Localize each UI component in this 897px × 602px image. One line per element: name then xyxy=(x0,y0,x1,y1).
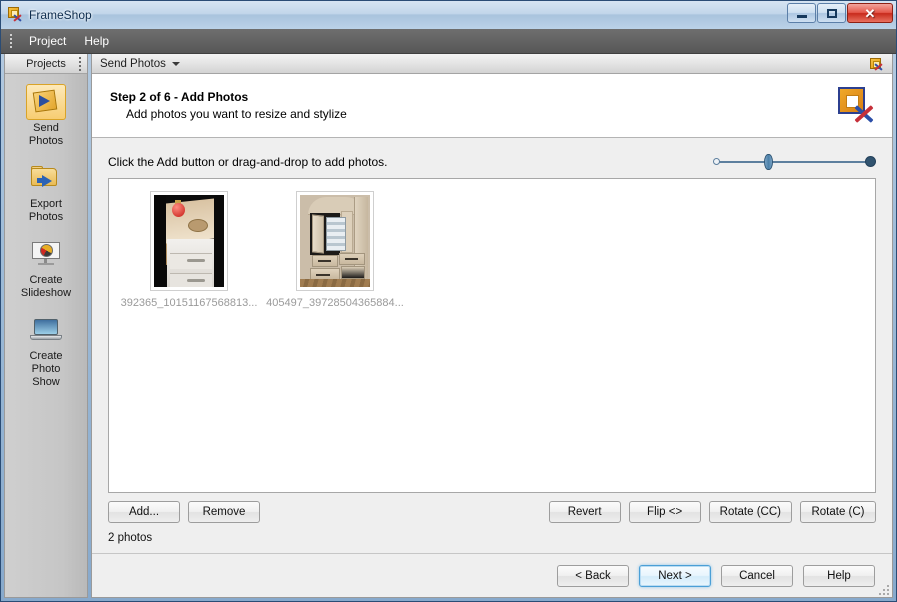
next-button[interactable]: Next > xyxy=(639,564,711,587)
body-row: Projects Send Photos Export Photos Creat… xyxy=(1,54,896,601)
sidebar-item-create-photo-show[interactable]: Create Photo Show xyxy=(5,312,87,389)
thumbnail-strip: 392365_10151167568813... 405497_39728504… xyxy=(119,191,865,309)
minimize-button[interactable] xyxy=(787,3,816,23)
sidebar-label-send-photos-line1: Send xyxy=(33,122,59,134)
hint-row: Click the Add button or drag-and-drop to… xyxy=(108,152,876,172)
step-header: Step 2 of 6 - Add Photos Add photos you … xyxy=(92,74,892,138)
sidebar-item-send-photos[interactable]: Send Photos xyxy=(5,84,87,148)
photo-count: 2 photos xyxy=(108,532,153,544)
action-button-row: Add... Remove Revert Flip <> Rotate (CC)… xyxy=(108,493,876,523)
list-item[interactable]: 392365_10151167568813... xyxy=(119,191,259,309)
sidebar-items-list: Send Photos Export Photos Create Slidesh… xyxy=(5,74,87,597)
close-button[interactable]: ✕ xyxy=(847,3,893,23)
rotate-counterclockwise-button[interactable]: Rotate (CC) xyxy=(708,501,792,523)
small-thumbnail-icon[interactable] xyxy=(713,158,720,165)
sidebar-label-create-photo-show-line3: Show xyxy=(32,376,60,388)
send-photos-icon xyxy=(32,89,60,115)
frameshop-small-icon xyxy=(868,56,884,72)
tab-send-photos[interactable]: Send Photos xyxy=(100,58,166,70)
application-window: FrameShop ✕ Project Help Projects Send P… xyxy=(0,0,897,602)
sidebar-item-export-photos[interactable]: Export Photos xyxy=(5,160,87,224)
export-photos-icon xyxy=(31,166,61,190)
projects-sidebar: Projects Send Photos Export Photos Creat… xyxy=(4,54,88,598)
close-icon: ✕ xyxy=(864,5,876,21)
help-button[interactable]: Help xyxy=(803,564,875,587)
frame-and-tools-icon xyxy=(836,85,878,127)
frameshop-app-icon xyxy=(7,6,24,24)
page-subtitle: Add photos you want to resize and styliz… xyxy=(126,107,347,121)
page-title: Step 2 of 6 - Add Photos xyxy=(110,90,249,104)
sidebar-label-export-photos-line2: Photos xyxy=(28,211,64,223)
content-tab-bar: Send Photos xyxy=(92,54,892,74)
sidebar-label-export-photos-line1: Export xyxy=(30,198,62,210)
photo-list-panel[interactable]: 392365_10151167568813... 405497_39728504… xyxy=(108,178,876,493)
revert-button[interactable]: Revert xyxy=(548,501,621,523)
sidebar-label-create-photo-show-line1: Create xyxy=(29,350,63,362)
add-photos-hint: Click the Add button or drag-and-drop to… xyxy=(108,155,388,169)
sidebar-label-create-slideshow-line2: Slideshow xyxy=(20,287,72,299)
rotate-clockwise-button[interactable]: Rotate (C) xyxy=(800,501,876,523)
sidebar-label-create-slideshow-line1: Create xyxy=(29,274,63,286)
cancel-button[interactable]: Cancel xyxy=(721,564,793,587)
photo-thumbnail[interactable] xyxy=(154,195,224,287)
menu-grip-icon[interactable] xyxy=(8,33,14,49)
large-thumbnail-icon[interactable] xyxy=(865,156,876,167)
maximize-icon xyxy=(826,8,837,18)
work-area: Click the Add button or drag-and-drop to… xyxy=(92,138,892,553)
create-slideshow-icon xyxy=(31,241,61,267)
create-photo-show-icon xyxy=(30,318,62,342)
add-button[interactable]: Add... xyxy=(108,501,180,523)
wizard-navigation: < Back Next > Cancel Help xyxy=(92,553,892,597)
sidebar-label-send-photos-line2: Photos xyxy=(28,135,64,147)
caption-buttons: ✕ xyxy=(786,3,893,23)
photo-filename: 405497_39728504365884... xyxy=(266,297,404,309)
title-bar: FrameShop ✕ xyxy=(1,1,896,29)
projects-panel-header[interactable]: Projects xyxy=(5,54,87,74)
resize-grip-icon[interactable] xyxy=(877,583,889,595)
slider-thumb[interactable] xyxy=(764,154,773,170)
menu-item-project[interactable]: Project xyxy=(20,31,75,51)
window-title: FrameShop xyxy=(29,8,92,22)
list-item[interactable]: 405497_39728504365884... xyxy=(265,191,405,309)
content-pane: Send Photos Step 2 of 6 - Add Photos Add… xyxy=(91,54,893,598)
sidebar-label-create-photo-show-line2: Photo xyxy=(31,363,61,375)
menu-item-help[interactable]: Help xyxy=(75,31,118,51)
slider-track[interactable] xyxy=(719,161,870,163)
panel-grip-icon[interactable] xyxy=(77,56,83,72)
projects-panel-title: Projects xyxy=(26,57,66,70)
minimize-icon xyxy=(796,14,807,18)
menu-bar: Project Help xyxy=(1,29,896,54)
chevron-down-icon[interactable] xyxy=(171,61,180,66)
photo-filename: 392365_10151167568813... xyxy=(120,297,258,309)
sidebar-item-create-slideshow[interactable]: Create Slideshow xyxy=(5,236,87,300)
photo-thumbnail[interactable] xyxy=(300,195,370,287)
thumbnail-size-slider[interactable] xyxy=(713,152,876,172)
thumbnail-frame[interactable] xyxy=(150,191,228,291)
thumbnail-frame[interactable] xyxy=(296,191,374,291)
maximize-button[interactable] xyxy=(817,3,846,23)
flip-button[interactable]: Flip <> xyxy=(628,501,701,523)
remove-button[interactable]: Remove xyxy=(188,501,260,523)
back-button[interactable]: < Back xyxy=(557,564,629,587)
